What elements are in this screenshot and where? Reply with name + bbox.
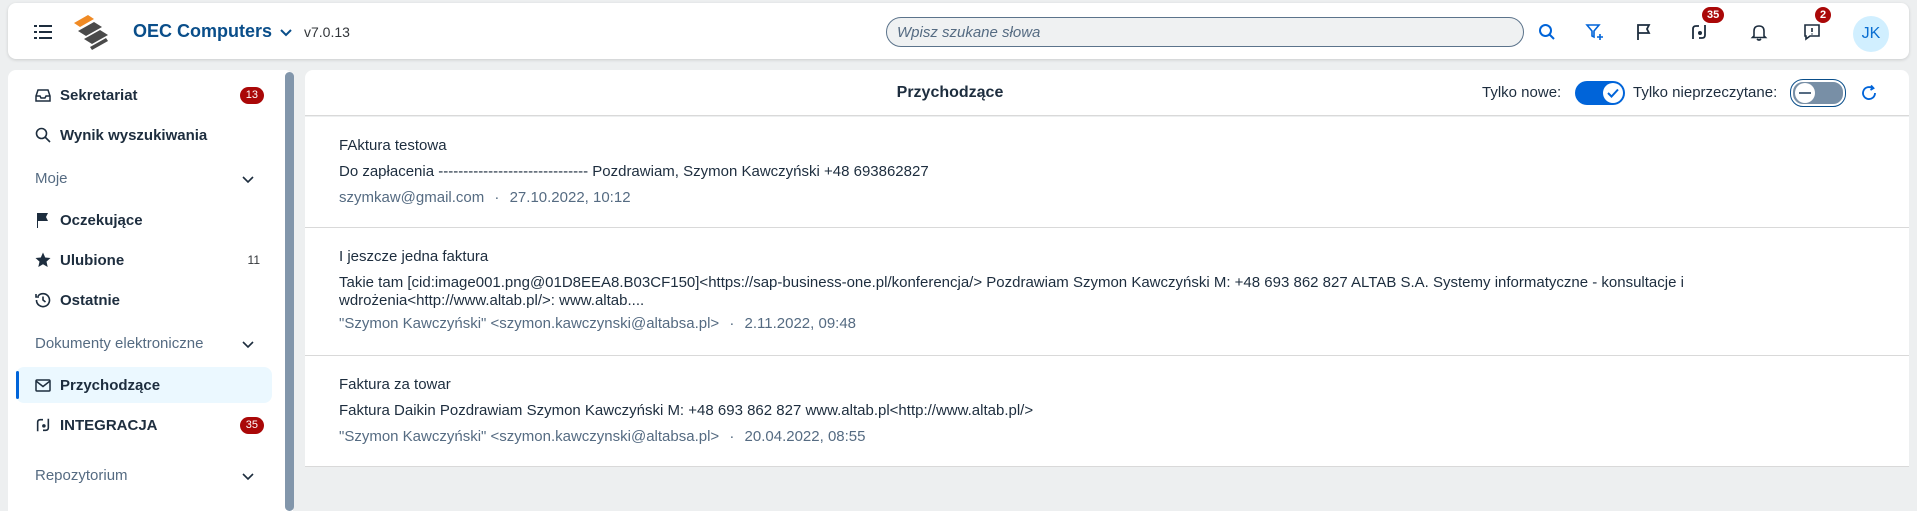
star-icon — [34, 251, 52, 269]
filter-new-label: Tylko nowe: — [1482, 84, 1562, 101]
list-item[interactable]: FAktura testowa Do zapłacenia ----------… — [305, 117, 1909, 228]
integration-icon — [34, 416, 52, 434]
filter-add-icon[interactable] — [1580, 17, 1610, 47]
search-icon — [34, 126, 52, 144]
message-preview: Faktura Daikin Pozdrawiam Szymon Kawczyń… — [339, 402, 1034, 419]
ulubione-count: 11 — [247, 253, 260, 267]
avatar[interactable]: JK — [1853, 16, 1889, 52]
message-sender: "Szymon Kawczyński" <szymon.kawczynski@a… — [339, 315, 720, 332]
sidebar-item-przychodzace[interactable]: Przychodzące — [16, 367, 272, 403]
message-date: 20.04.2022, 08:55 — [744, 428, 866, 445]
version-label: v7.0.13 — [304, 24, 350, 40]
integration-icon[interactable]: 35 — [1684, 7, 1725, 47]
messages-icon[interactable]: 2 — [1797, 7, 1832, 47]
history-icon — [34, 291, 52, 309]
message-subject: FAktura testowa — [339, 137, 447, 154]
message-sender: "Szymon Kawczyński" <szymon.kawczynski@a… — [339, 428, 720, 445]
menu-icon[interactable] — [30, 19, 56, 45]
message-date: 2.11.2022, 09:48 — [744, 315, 857, 332]
check-icon — [1603, 83, 1623, 103]
sidebar-item-label: Ulubione — [60, 251, 125, 269]
message-date: 27.10.2022, 10:12 — [509, 189, 631, 206]
flag-icon[interactable] — [1629, 17, 1659, 47]
chevron-down-icon — [242, 336, 254, 353]
app-switcher[interactable]: OEC Computers — [133, 21, 292, 42]
bell-icon[interactable] — [1744, 17, 1774, 47]
sidebar-item-label: Ostatnie — [60, 291, 121, 309]
app-name: OEC Computers — [133, 21, 273, 41]
chevron-down-icon — [280, 21, 292, 42]
list-item[interactable]: I jeszcze jedna faktura Takie tam [cid:i… — [305, 228, 1909, 356]
section-label: Repozytorium — [35, 466, 128, 484]
search-box[interactable] — [886, 17, 1524, 47]
search-icon[interactable] — [1532, 17, 1562, 47]
section-label: Moje — [35, 169, 68, 187]
sidebar-item-label: INTEGRACJA — [60, 416, 158, 434]
message-subject: Faktura za towar — [339, 376, 451, 393]
envelope-icon — [34, 376, 52, 394]
section-label: Dokumenty elektroniczne — [35, 334, 204, 352]
sidebar-item-ulubione[interactable]: Ulubione 11 — [16, 242, 272, 278]
meta-separator: · — [729, 315, 735, 332]
shell-bar: OEC Computers v7.0.13 35 2 JK — [8, 3, 1909, 59]
filter-unread-toggle[interactable] — [1790, 79, 1846, 107]
integracja-count: 35 — [239, 416, 264, 434]
sidebar: Sekretariat 13 Wynik wyszukiwania Moje O… — [8, 70, 293, 511]
message-subject: I jeszcze jedna faktura — [339, 248, 489, 265]
company-logo[interactable] — [70, 11, 112, 53]
sidebar-item-integracja[interactable]: INTEGRACJA 35 — [16, 407, 272, 443]
message-meta: "Szymon Kawczyński" <szymon.kawczynski@a… — [339, 428, 865, 445]
sidebar-item-label: Sekretariat — [60, 86, 138, 104]
sidebar-item-label: Wynik wyszukiwania — [60, 126, 208, 144]
refresh-icon[interactable] — [1857, 81, 1881, 105]
section-dokumenty[interactable]: Dokumenty elektroniczne — [16, 327, 272, 359]
filter-new-toggle[interactable] — [1575, 81, 1625, 105]
meta-separator: · — [494, 189, 500, 206]
sidebar-item-sekretariat[interactable]: Sekretariat 13 — [16, 77, 272, 113]
meta-separator: · — [729, 428, 735, 445]
chevron-down-icon — [242, 468, 254, 485]
message-meta: szymkaw@gmail.com · 27.10.2022, 10:12 — [339, 189, 631, 206]
sidebar-item-label: Przychodzące — [60, 376, 161, 394]
sekretariat-count: 13 — [239, 86, 264, 104]
sidebar-scrollbar[interactable] — [285, 72, 294, 511]
inbox-tray-icon — [34, 86, 52, 104]
integration-badge: 35 — [1702, 7, 1725, 23]
main-content: Przychodzące Tylko nowe: Tylko nieprzecz… — [305, 70, 1909, 511]
list-toolbar: Przychodzące Tylko nowe: Tylko nieprzecz… — [305, 70, 1909, 116]
notifications-badge: 2 — [1815, 7, 1832, 23]
message-meta: "Szymon Kawczyński" <szymon.kawczynski@a… — [339, 315, 856, 332]
sidebar-item-ostatnie[interactable]: Ostatnie — [16, 282, 272, 318]
message-sender: szymkaw@gmail.com — [339, 189, 485, 206]
sidebar-item-search-results[interactable]: Wynik wyszukiwania — [16, 117, 272, 153]
filter-unread-label: Tylko nieprzeczytane: — [1633, 84, 1778, 101]
section-moje[interactable]: Moje — [16, 162, 272, 194]
message-preview: Do zapłacenia --------------------------… — [339, 163, 929, 180]
sidebar-item-oczekujace[interactable]: Oczekujące — [16, 202, 272, 238]
list-item[interactable]: Faktura za towar Faktura Daikin Pozdrawi… — [305, 356, 1909, 467]
search-input[interactable] — [887, 18, 1523, 46]
sidebar-item-label: Oczekujące — [60, 211, 143, 229]
message-preview: Takie tam [cid:image001.png@01D8EEA8.B03… — [339, 274, 1684, 309]
flag-icon — [34, 211, 52, 229]
page-title: Przychodzące — [896, 84, 1004, 101]
section-repozytorium[interactable]: Repozytorium — [16, 459, 272, 491]
minus-icon — [1795, 83, 1815, 103]
chevron-down-icon — [242, 171, 254, 188]
